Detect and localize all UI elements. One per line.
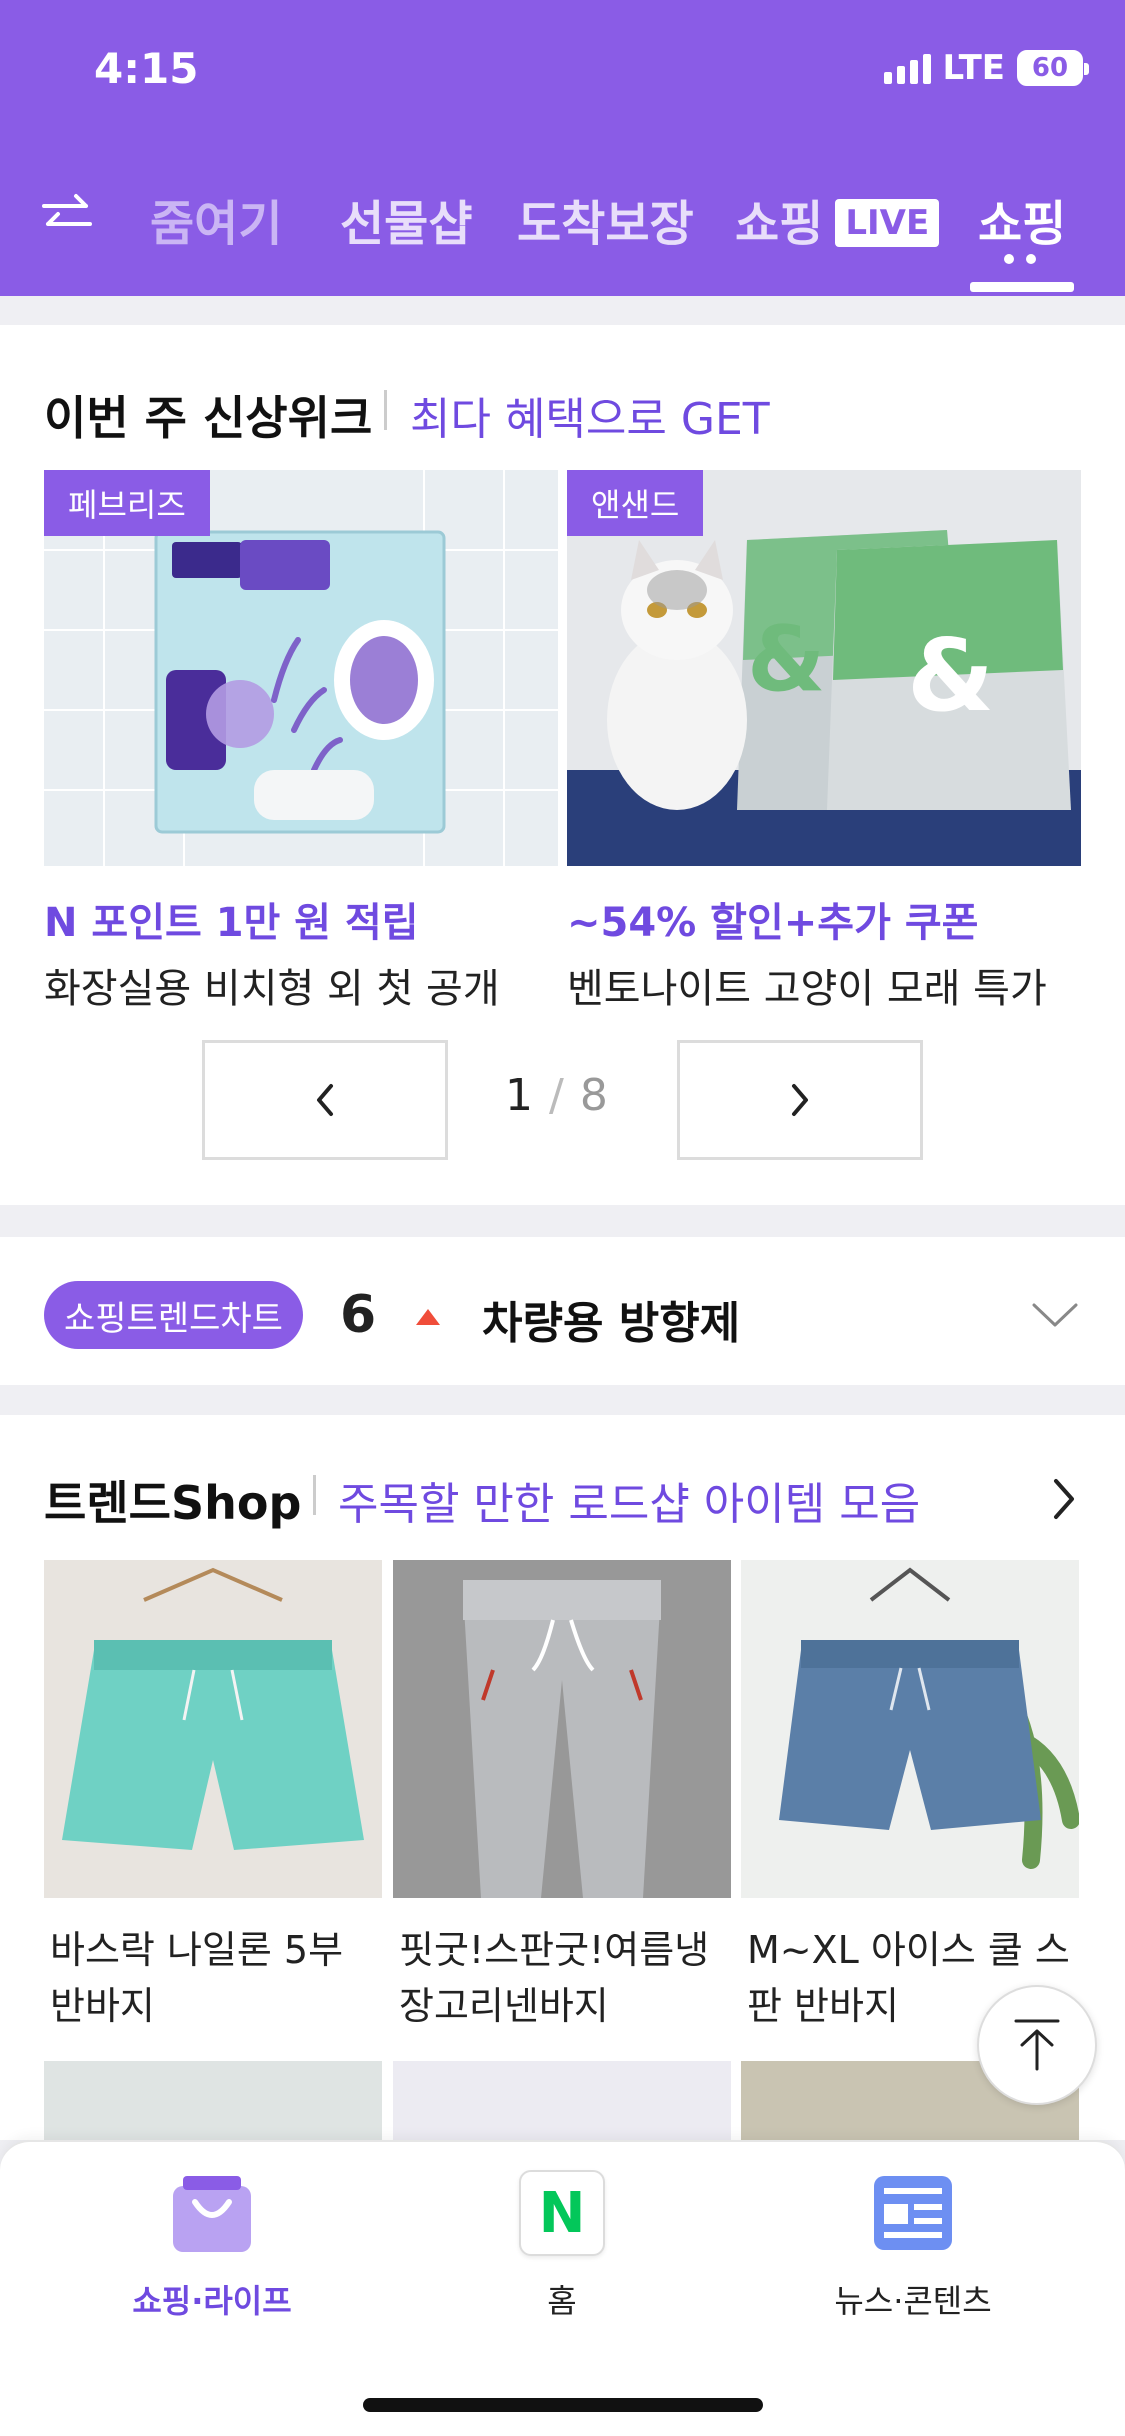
home-indicator [363,2398,763,2412]
divider [384,390,387,430]
trend-keyword: 차량용 방향제 [482,1298,741,1349]
trend-shop-section: 트렌드Shop 주목할 만한 로드샵 아이템 모음 바스락 나일론 5부 반바지 [0,1415,1125,2141]
brand-tag: 페브리즈 [44,470,210,536]
brand-tag: 앤샌드 [567,470,704,536]
promo-card[interactable]: & & 앤샌드 ~54% 할인+추가 쿠폰 벤토나이트 고양이 모래 특가 [567,470,1081,1014]
trend-rank: 6 [340,1285,377,1345]
swap-icon[interactable] [40,190,94,240]
rank-up-icon [416,1309,440,1325]
app-header: 4:15 LTE 60 줌여기 선물샵 도착보장 쇼핑 LIVE 쇼핑 [0,0,1125,296]
naver-home-icon: N [519,2170,605,2256]
product-image[interactable] [393,2061,731,2141]
trend-chart-badge: 쇼핑트렌드차트 [44,1281,303,1349]
nav-shopping-life[interactable]: 쇼핑·라이프 [62,2170,362,2322]
product-image[interactable] [44,1560,382,1898]
signal-icon [883,52,931,84]
network-label: LTE [942,48,1005,88]
prev-page-button[interactable] [202,1040,448,1160]
tab-shopping-live-label: 쇼핑 [735,196,824,252]
card-highlight: ~54% 할인+추가 쿠폰 [567,900,979,946]
card-highlight: N 포인트 1만 원 적립 [44,900,419,946]
chevron-left-icon [317,1084,333,1116]
product-card[interactable]: M~XL 아이스 쿨 스 판 반바지 [741,1560,1079,2034]
news-icon [870,2170,956,2256]
trend-chart-bar[interactable]: 쇼핑트렌드차트 6 차량용 방향제 [0,1237,1125,1385]
status-indicators: LTE 60 [883,48,1089,88]
section-title: 이번 주 신상위크 [44,391,373,445]
product-card[interactable]: 바스락 나일론 5부 반바지 [44,1560,382,2034]
product-image[interactable] [741,1560,1079,1898]
bottom-navigation: 쇼핑·라이프 N 홈 뉴스·콘텐츠 [0,2140,1125,2436]
product-image[interactable] [44,2061,382,2141]
battery-level: 60 [1031,53,1069,83]
shopping-bag-icon [169,2170,255,2256]
svg-text:&: & [907,617,994,734]
home-icon-letter: N [538,2180,586,2246]
total-pages: 8 [579,1070,608,1121]
next-page-button[interactable] [677,1040,923,1160]
card-description: 벤토나이트 고양이 모래 특가 [567,966,1047,1012]
active-tab-indicator [970,282,1074,292]
chevron-right-icon [792,1084,808,1116]
section-subtitle: 주목할 만한 로드샵 아이템 모음 [338,1479,921,1530]
status-time: 4:15 [94,44,199,93]
shorts-mint-illustration [44,1560,382,1898]
product-image-nsand[interactable]: & & 앤샌드 [567,470,1081,866]
tab-gift-shop[interactable]: 선물샵 [340,184,472,254]
tab-dots [1004,254,1036,264]
nav-news-contents[interactable]: 뉴스·콘텐츠 [763,2170,1063,2322]
svg-text:&: & [747,607,826,712]
live-badge: LIVE [835,199,940,247]
chevron-down-icon[interactable] [1030,1297,1080,1333]
product-card[interactable] [44,2061,382,2141]
product-name: 바스락 나일론 5부 반바지 [50,1928,344,2028]
arrow-up-icon [1014,2019,1060,2071]
nav-label: 뉴스·콘텐츠 [834,2282,992,2320]
section-title: 트렌드Shop [44,1476,302,1530]
shorts-blue-illustration [741,1560,1079,1898]
product-name: 핏굿!스판굿!여름냉 장고리넨바지 [399,1928,710,2028]
tab-shopping-live[interactable]: 쇼핑 LIVE [735,184,940,254]
product-card[interactable]: 핏굿!스판굿!여름냉 장고리넨바지 [393,1560,731,2034]
nav-label: 홈 [547,2282,577,2320]
nav-home[interactable]: N 홈 [412,2170,712,2322]
weekly-new-section: 이번 주 신상위크 최다 혜택으로 GET 페브리즈 N 포인트 1만 원 적립… [0,325,1125,1205]
current-page: 1 [505,1070,533,1121]
card-description: 화장실용 비치형 외 첫 공개 [44,966,500,1012]
product-card[interactable] [393,2061,731,2141]
nav-label: 쇼핑·라이프 [132,2282,292,2320]
product-image[interactable] [393,1560,731,1898]
divider [313,1475,316,1515]
battery-icon: 60 [1017,50,1089,86]
tab-delivery-guarantee[interactable]: 도착보장 [517,184,694,254]
category-tabs: 줌여기 선물샵 도착보장 쇼핑 LIVE 쇼핑 [0,170,1125,296]
section-subtitle: 최다 혜택으로 GET [410,394,770,445]
chevron-right-icon[interactable] [1050,1477,1078,1521]
page-indicator: 1/8 [505,1070,608,1121]
tab-shopping[interactable]: 쇼핑 [978,184,1066,254]
pants-grey-illustration [393,1560,731,1898]
scroll-to-top-button[interactable] [977,1985,1097,2105]
product-image-febreze[interactable]: 페브리즈 [44,470,558,866]
tab-zoom[interactable]: 줌여기 [150,184,282,254]
promo-card[interactable]: 페브리즈 N 포인트 1만 원 적립 화장실용 비치형 외 첫 공개 [44,470,558,1014]
